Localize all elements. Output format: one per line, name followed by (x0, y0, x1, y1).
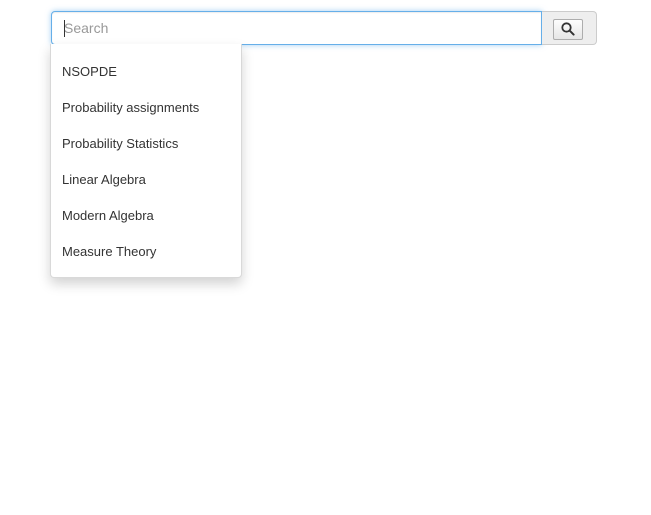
search-bar (51, 11, 597, 46)
suggestion-item-measure-theory[interactable]: Measure Theory (51, 234, 241, 270)
search-button[interactable] (553, 19, 583, 40)
suggestion-item-nsopde[interactable]: NSOPDE (51, 54, 241, 90)
suggestion-item-linear-algebra[interactable]: Linear Algebra (51, 162, 241, 198)
search-icon (561, 22, 575, 36)
suggestion-item-modern-algebra[interactable]: Modern Algebra (51, 198, 241, 234)
suggestion-dropdown: NSOPDE Probability assignments Probabili… (50, 44, 242, 278)
text-cursor (64, 20, 65, 37)
search-addon (542, 11, 597, 45)
suggestion-item-probability-assignments[interactable]: Probability assignments (51, 90, 241, 126)
suggestion-item-probability-statistics[interactable]: Probability Statistics (51, 126, 241, 162)
search-input[interactable] (51, 11, 542, 45)
